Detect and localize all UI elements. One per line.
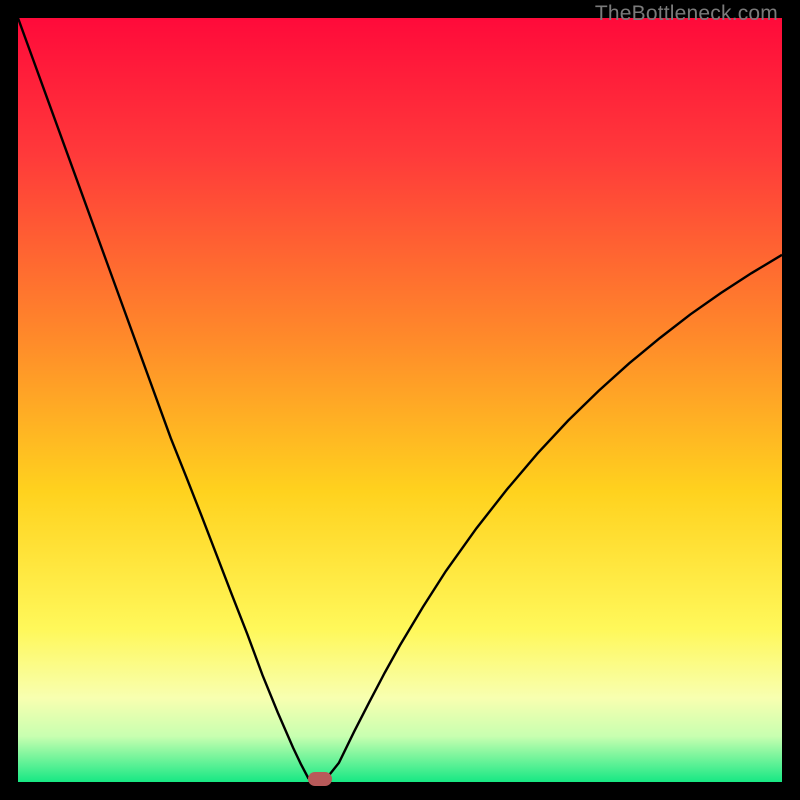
- chart-frame: [18, 18, 782, 782]
- bottleneck-chart: [18, 18, 782, 782]
- watermark-text: TheBottleneck.com: [595, 2, 778, 26]
- optimum-marker: [308, 772, 332, 786]
- gradient-background: [18, 18, 782, 782]
